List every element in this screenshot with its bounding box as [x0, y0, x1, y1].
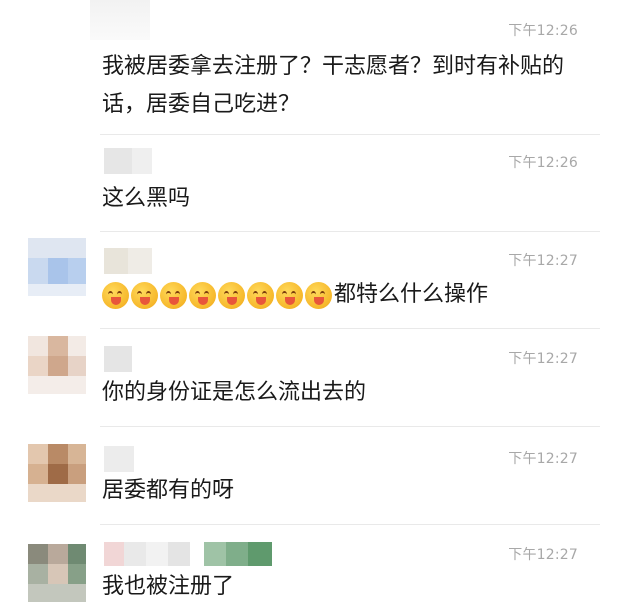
message-separator [100, 231, 600, 232]
sender-name-blurred [104, 148, 184, 174]
message-text: 都特么什么操作 [102, 276, 600, 314]
sender-name-blurred [104, 446, 164, 472]
squinting-face-with-tongue-icon [189, 281, 216, 309]
avatar[interactable] [28, 444, 86, 502]
message-time: 下午12:26 [508, 155, 578, 171]
message-time: 下午12:27 [508, 351, 578, 367]
squinting-face-with-tongue-icon [160, 281, 187, 309]
message-separator [100, 426, 600, 427]
message-text: 我也被注册了 [102, 574, 235, 599]
avatar[interactable] [28, 238, 86, 296]
squinting-face-with-tongue-icon [131, 281, 158, 309]
message-text: 居委都有的呀 [102, 478, 235, 503]
message-time: 下午12:27 [508, 451, 578, 467]
message-separator [100, 328, 600, 329]
squinting-face-with-tongue-icon [276, 281, 303, 309]
sender-name-blurred [104, 542, 274, 568]
squinting-face-with-tongue-icon [305, 281, 332, 309]
blurred-name-fragment [90, 0, 150, 40]
sender-name-blurred [104, 346, 160, 372]
squinting-face-with-tongue-icon [247, 281, 274, 309]
message-separator [100, 524, 600, 525]
message-text: 我被居委拿去注册了？干志愿者？到时有补贴的话，居委自己吃进？ [102, 54, 565, 117]
message-text: 这么黑吗 [102, 186, 191, 211]
squinting-face-with-tongue-icon [102, 281, 129, 309]
squinting-face-with-tongue-icon [218, 281, 245, 309]
avatar[interactable] [28, 544, 86, 602]
message-separator [100, 134, 600, 135]
message-time: 下午12:27 [508, 253, 578, 269]
message-time: 下午12:26 [508, 23, 578, 39]
emoji-group [102, 281, 332, 309]
sender-name-blurred [104, 248, 174, 274]
message-text: 你的身份证是怎么流出去的 [102, 380, 367, 405]
avatar[interactable] [28, 336, 86, 394]
message-time: 下午12:27 [508, 547, 578, 563]
